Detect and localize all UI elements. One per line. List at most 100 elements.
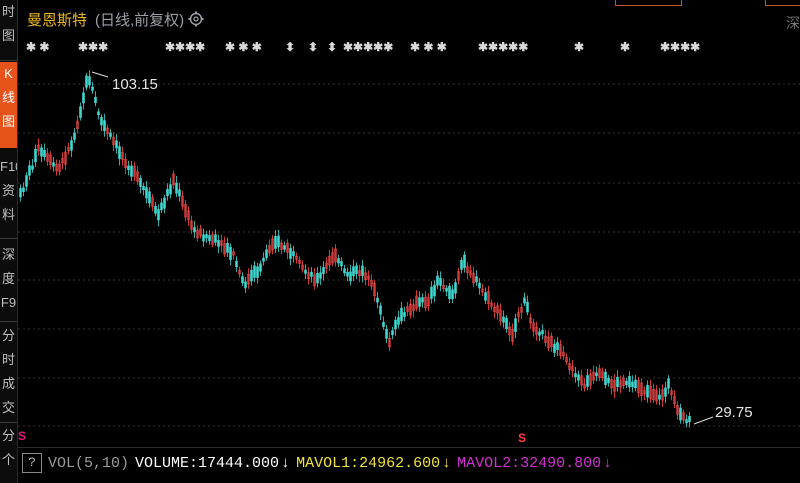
vol-params[interactable]: VOL(5,10) <box>48 455 129 472</box>
candle-body <box>319 272 322 279</box>
candle-body <box>385 328 388 339</box>
candle-body <box>139 177 142 187</box>
candle-body <box>667 378 670 389</box>
candle-body <box>502 316 505 323</box>
candle-body <box>634 379 637 389</box>
candle-body <box>631 381 634 388</box>
candle-body <box>556 342 559 350</box>
candle-body <box>28 165 31 176</box>
candle-body <box>421 297 424 303</box>
candle-body <box>166 188 169 196</box>
left-sidebar: 时 图 K 线 图 F10 资 料 深 度 F9 分 时 成 交 分 个 <box>0 0 18 483</box>
candle-body <box>160 202 163 211</box>
sidebar-item-f9[interactable]: 深 度 F9 <box>0 243 17 318</box>
candle-body <box>538 331 541 336</box>
candle-body <box>244 281 247 289</box>
candle-body <box>460 259 463 270</box>
candle-body <box>379 305 382 315</box>
candle-body <box>616 376 619 388</box>
candle-body <box>88 76 91 86</box>
candle-body <box>142 186 145 191</box>
candle-body <box>595 372 598 377</box>
candle-body <box>439 277 442 286</box>
chart-grid <box>18 83 800 427</box>
candle-body <box>658 394 661 400</box>
candle-body <box>628 376 631 388</box>
candle-body <box>259 263 262 272</box>
candle-body <box>316 272 319 284</box>
candle-body <box>289 248 292 259</box>
sidebar-item-trades[interactable]: 分 时 成 交 <box>0 324 17 419</box>
help-button[interactable]: ? <box>22 453 42 473</box>
volume-value: VOLUME:17444.000 <box>135 454 280 472</box>
candle-body <box>448 285 451 300</box>
candle-body <box>541 330 544 334</box>
low-price-label: 29.75 <box>715 404 753 421</box>
candle-body <box>202 234 205 242</box>
marker-s-left: S <box>18 429 26 443</box>
candle-body <box>103 120 106 132</box>
candle-body <box>250 269 253 282</box>
candle-body <box>394 319 397 330</box>
candle-body <box>604 371 607 386</box>
candle-body <box>283 245 286 250</box>
candle-body <box>70 140 73 151</box>
candle-body <box>664 387 667 397</box>
candle-body <box>130 165 133 177</box>
candle-body <box>418 297 421 307</box>
marker-s-mid: S <box>518 431 526 445</box>
candle-body <box>235 260 238 268</box>
kline-chart[interactable]: 103.15 29.75 S S <box>18 0 800 446</box>
sidebar-item-timeshare[interactable]: 时 图 <box>0 0 17 55</box>
low-pointer-line <box>693 416 714 425</box>
candle-body <box>400 307 403 322</box>
candle-body <box>22 187 25 192</box>
candle-body <box>523 297 526 304</box>
candle-body <box>31 165 34 170</box>
candle-body <box>403 312 406 317</box>
sidebar-item-f10[interactable]: F10 资 料 <box>0 155 17 235</box>
candle-body <box>478 282 481 289</box>
candle-body <box>109 132 112 137</box>
candle-body <box>436 275 439 286</box>
volume-arrow: ↓ <box>281 454 291 472</box>
candle-body <box>208 235 211 242</box>
candle-body <box>34 149 37 163</box>
candles <box>19 70 691 428</box>
candle-body <box>145 187 148 199</box>
candle-body <box>322 267 325 274</box>
candle-body <box>574 373 577 378</box>
candle-body <box>553 343 556 353</box>
candle-body <box>274 236 277 249</box>
candle-body <box>256 266 259 278</box>
candle-body <box>40 147 43 157</box>
candle-body <box>397 317 400 325</box>
sidebar-item-kline[interactable]: K 线 图 <box>0 62 17 148</box>
candle-body <box>277 235 280 248</box>
candle-body <box>178 189 181 197</box>
candle-body <box>229 246 232 260</box>
candle-body <box>226 243 229 253</box>
high-pointer-line <box>91 71 109 78</box>
candle-body <box>463 254 466 268</box>
candle-body <box>310 271 313 277</box>
candle-body <box>253 265 256 278</box>
candle-body <box>157 209 160 221</box>
candle-body <box>73 132 76 140</box>
candle-body <box>346 271 349 277</box>
candle-body <box>85 75 88 88</box>
candle-body <box>577 374 580 381</box>
high-price-label: 103.15 <box>112 76 158 93</box>
mavol1-value: MAVOL1:24962.600 <box>296 454 441 472</box>
candle-body <box>175 182 178 194</box>
candle-body <box>586 375 589 387</box>
candle-body <box>526 301 529 313</box>
candle-body <box>292 251 295 257</box>
candle-body <box>193 227 196 233</box>
volume-indicator-bar: ? VOL(5,10) VOLUME:17444.000 ↓ MAVOL1:24… <box>18 450 800 476</box>
candle-body <box>430 286 433 299</box>
candle-body <box>94 97 97 103</box>
candle-body <box>163 197 166 209</box>
sidebar-item-more[interactable]: 分 个 <box>0 424 17 479</box>
candle-body <box>148 191 151 204</box>
